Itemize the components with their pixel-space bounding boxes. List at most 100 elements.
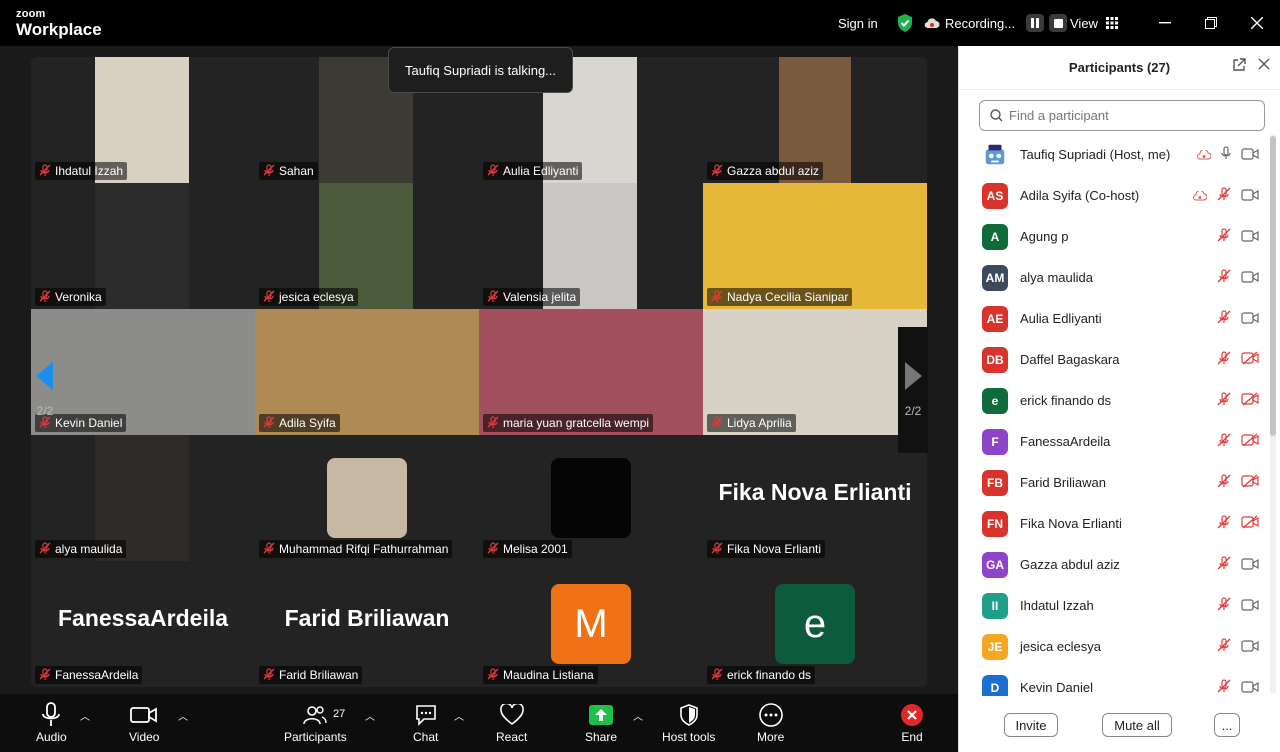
participant-list-scrollbar[interactable] (1270, 134, 1276, 694)
mic-muted-icon[interactable] (1217, 351, 1231, 370)
video-button[interactable]: Video (129, 700, 159, 744)
pause-recording-button[interactable] (1026, 14, 1045, 32)
share-options-caret[interactable]: ︿ (633, 708, 643, 723)
participant-row[interactable]: AS Adila Syifa (Co-host) (959, 175, 1269, 216)
video-tile[interactable]: Gazza abdul aziz (703, 57, 927, 183)
host-tools-button[interactable]: Host tools (662, 700, 715, 744)
previous-page-button[interactable]: 2/2 (30, 327, 60, 453)
camera-off-icon[interactable] (1241, 474, 1259, 493)
video-tile[interactable]: alya maulida (31, 435, 255, 561)
participant-row[interactable]: II Ihdatul Izzah (959, 585, 1269, 626)
participant-name: Adila Syifa (Co-host) (1020, 188, 1140, 203)
video-tile[interactable]: Lidya Aprilia (703, 309, 927, 435)
mic-muted-icon[interactable] (1217, 392, 1231, 411)
panel-header: Participants (27) (959, 46, 1280, 90)
next-page-button[interactable]: 2/2 (898, 327, 928, 453)
chat-button[interactable]: Chat (413, 700, 438, 744)
close-panel-icon[interactable] (1258, 58, 1270, 70)
participant-row[interactable]: FB Farid Briliawan (959, 462, 1269, 503)
participant-row[interactable]: AE Aulia Edliyanti (959, 298, 1269, 339)
participant-row[interactable]: D Kevin Daniel (959, 667, 1269, 696)
participant-row[interactable]: GA Gazza abdul aziz (959, 544, 1269, 585)
video-tile[interactable]: e erick finando ds (703, 561, 927, 687)
share-button[interactable]: Share (585, 700, 617, 744)
camera-off-icon[interactable] (1241, 515, 1259, 534)
camera-off-icon[interactable] (1241, 392, 1259, 411)
restore-button[interactable] (1188, 0, 1234, 46)
mic-muted-icon (39, 163, 51, 179)
camera-off-icon[interactable] (1241, 351, 1259, 370)
end-meeting-button[interactable]: End (900, 700, 924, 744)
participant-avatar: AE (982, 305, 1008, 332)
participants-icon (303, 706, 328, 725)
sign-in-link[interactable]: Sign in (838, 0, 878, 46)
mic-muted-icon[interactable] (1217, 433, 1231, 452)
video-tile[interactable]: Valensia jelita (479, 183, 703, 309)
participant-row[interactable]: FN Fika Nova Erlianti (959, 503, 1269, 544)
video-tile[interactable]: Muhammad Rifqi Fathurrahman (255, 435, 479, 561)
camera-on-icon[interactable] (1241, 311, 1259, 329)
mic-muted-icon[interactable] (1217, 310, 1231, 329)
video-tile[interactable]: jesica eclesya (255, 183, 479, 309)
scrollbar-thumb[interactable] (1270, 136, 1276, 436)
camera-on-icon[interactable] (1241, 147, 1259, 165)
more-button[interactable]: More (757, 700, 784, 744)
audio-options-caret[interactable]: ︿ (80, 708, 90, 723)
video-tile[interactable]: Melisa 2001 (479, 435, 703, 561)
video-tile[interactable]: FanessaArdeila FanessaArdeila (31, 561, 255, 687)
pop-out-icon[interactable] (1232, 58, 1246, 72)
mic-muted-icon[interactable] (1217, 679, 1231, 696)
video-tile[interactable]: Kevin Daniel (31, 309, 255, 435)
mic-muted-icon[interactable] (1217, 597, 1231, 616)
camera-on-icon[interactable] (1241, 229, 1259, 247)
mic-muted-icon[interactable] (1217, 515, 1231, 534)
participant-row[interactable]: JE jesica eclesya (959, 626, 1269, 667)
camera-on-icon[interactable] (1241, 270, 1259, 288)
camera-on-icon[interactable] (1241, 557, 1259, 575)
camera-off-icon[interactable] (1241, 433, 1259, 452)
mic-on-icon[interactable] (1221, 146, 1231, 165)
panel-more-button[interactable]: ... (1214, 713, 1240, 737)
participants-button[interactable]: Participants (284, 700, 347, 744)
camera-on-icon[interactable] (1241, 680, 1259, 697)
invite-button[interactable]: Invite (1004, 713, 1058, 737)
react-button[interactable]: React (496, 700, 527, 744)
chat-options-caret[interactable]: ︿ (454, 708, 464, 723)
security-shield-icon[interactable] (896, 0, 914, 46)
camera-on-icon[interactable] (1241, 598, 1259, 616)
video-tile[interactable]: Nadya Cecilia Sianipar (703, 183, 927, 309)
video-tile[interactable]: maria yuan gratcella wempi (479, 309, 703, 435)
view-menu-button[interactable]: View (1070, 0, 1118, 46)
mic-muted-icon[interactable] (1217, 187, 1231, 206)
video-tile[interactable]: Fika Nova Erlianti Fika Nova Erlianti (703, 435, 927, 561)
participants-options-caret[interactable]: ︿ (365, 708, 375, 723)
participant-row[interactable]: Taufiq Supriadi (Host, me) (959, 134, 1269, 175)
close-window-button[interactable] (1234, 0, 1280, 46)
participant-row[interactable]: F FanessaArdeila (959, 421, 1269, 462)
mute-all-button[interactable]: Mute all (1102, 713, 1172, 737)
video-tile[interactable]: Ihdatul Izzah (31, 57, 255, 183)
participant-row[interactable]: A Agung p (959, 216, 1269, 257)
stop-recording-button[interactable] (1049, 14, 1068, 32)
mic-muted-icon[interactable] (1217, 228, 1231, 247)
cloud-record-icon (924, 18, 940, 29)
mic-muted-icon[interactable] (1217, 638, 1231, 657)
mic-muted-icon[interactable] (1217, 474, 1231, 493)
participant-name: Ihdatul Izzah (55, 164, 124, 178)
participant-row[interactable]: DB Daffel Bagaskara (959, 339, 1269, 380)
video-options-caret[interactable]: ︿ (178, 708, 188, 723)
video-tile[interactable]: M Maudina Listiana (479, 561, 703, 687)
camera-on-icon[interactable] (1241, 188, 1259, 206)
audio-button[interactable]: Audio (36, 700, 67, 744)
minimize-button[interactable] (1142, 0, 1188, 46)
mic-muted-icon[interactable] (1217, 269, 1231, 288)
video-tile[interactable]: Farid Briliawan Farid Briliawan (255, 561, 479, 687)
participant-row[interactable]: AM alya maulida (959, 257, 1269, 298)
search-participant-input[interactable]: Find a participant (979, 100, 1265, 131)
participant-row[interactable]: e erick finando ds (959, 380, 1269, 421)
camera-on-icon[interactable] (1241, 639, 1259, 657)
video-tile[interactable]: Veronika (31, 183, 255, 309)
video-tile[interactable]: Adila Syifa (255, 309, 479, 435)
share-screen-icon (589, 705, 614, 725)
mic-muted-icon[interactable] (1217, 556, 1231, 575)
